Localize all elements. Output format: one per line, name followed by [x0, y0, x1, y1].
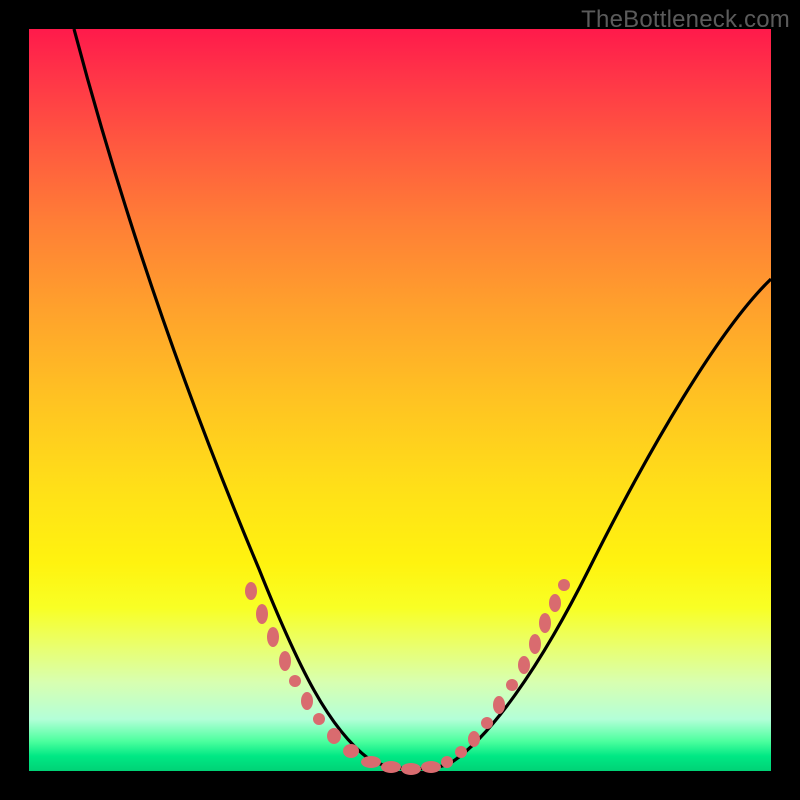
marker-dot [455, 746, 467, 758]
marker-dot [529, 634, 541, 654]
marker-dot [327, 728, 341, 744]
marker-dot [468, 731, 480, 747]
marker-dot [401, 763, 421, 775]
marker-dot [481, 717, 493, 729]
marker-dot [313, 713, 325, 725]
marker-dot [493, 696, 505, 714]
marker-dot [441, 756, 453, 768]
marker-dot [279, 651, 291, 671]
marker-dot [539, 613, 551, 633]
curve-svg [29, 29, 771, 771]
bottleneck-curve [74, 29, 771, 769]
plot-area [29, 29, 771, 771]
marker-dot [245, 582, 257, 600]
marker-dot [256, 604, 268, 624]
marker-dot [421, 761, 441, 773]
marker-dot [289, 675, 301, 687]
chart-frame: TheBottleneck.com [0, 0, 800, 800]
marker-dot [343, 744, 359, 758]
marker-dot [301, 692, 313, 710]
marker-dot [549, 594, 561, 612]
marker-dot [267, 627, 279, 647]
marker-dot [558, 579, 570, 591]
curve-markers [245, 579, 570, 775]
marker-dot [361, 756, 381, 768]
watermark-text: TheBottleneck.com [581, 6, 790, 34]
marker-dot [506, 679, 518, 691]
marker-dot [381, 761, 401, 773]
marker-dot [518, 656, 530, 674]
